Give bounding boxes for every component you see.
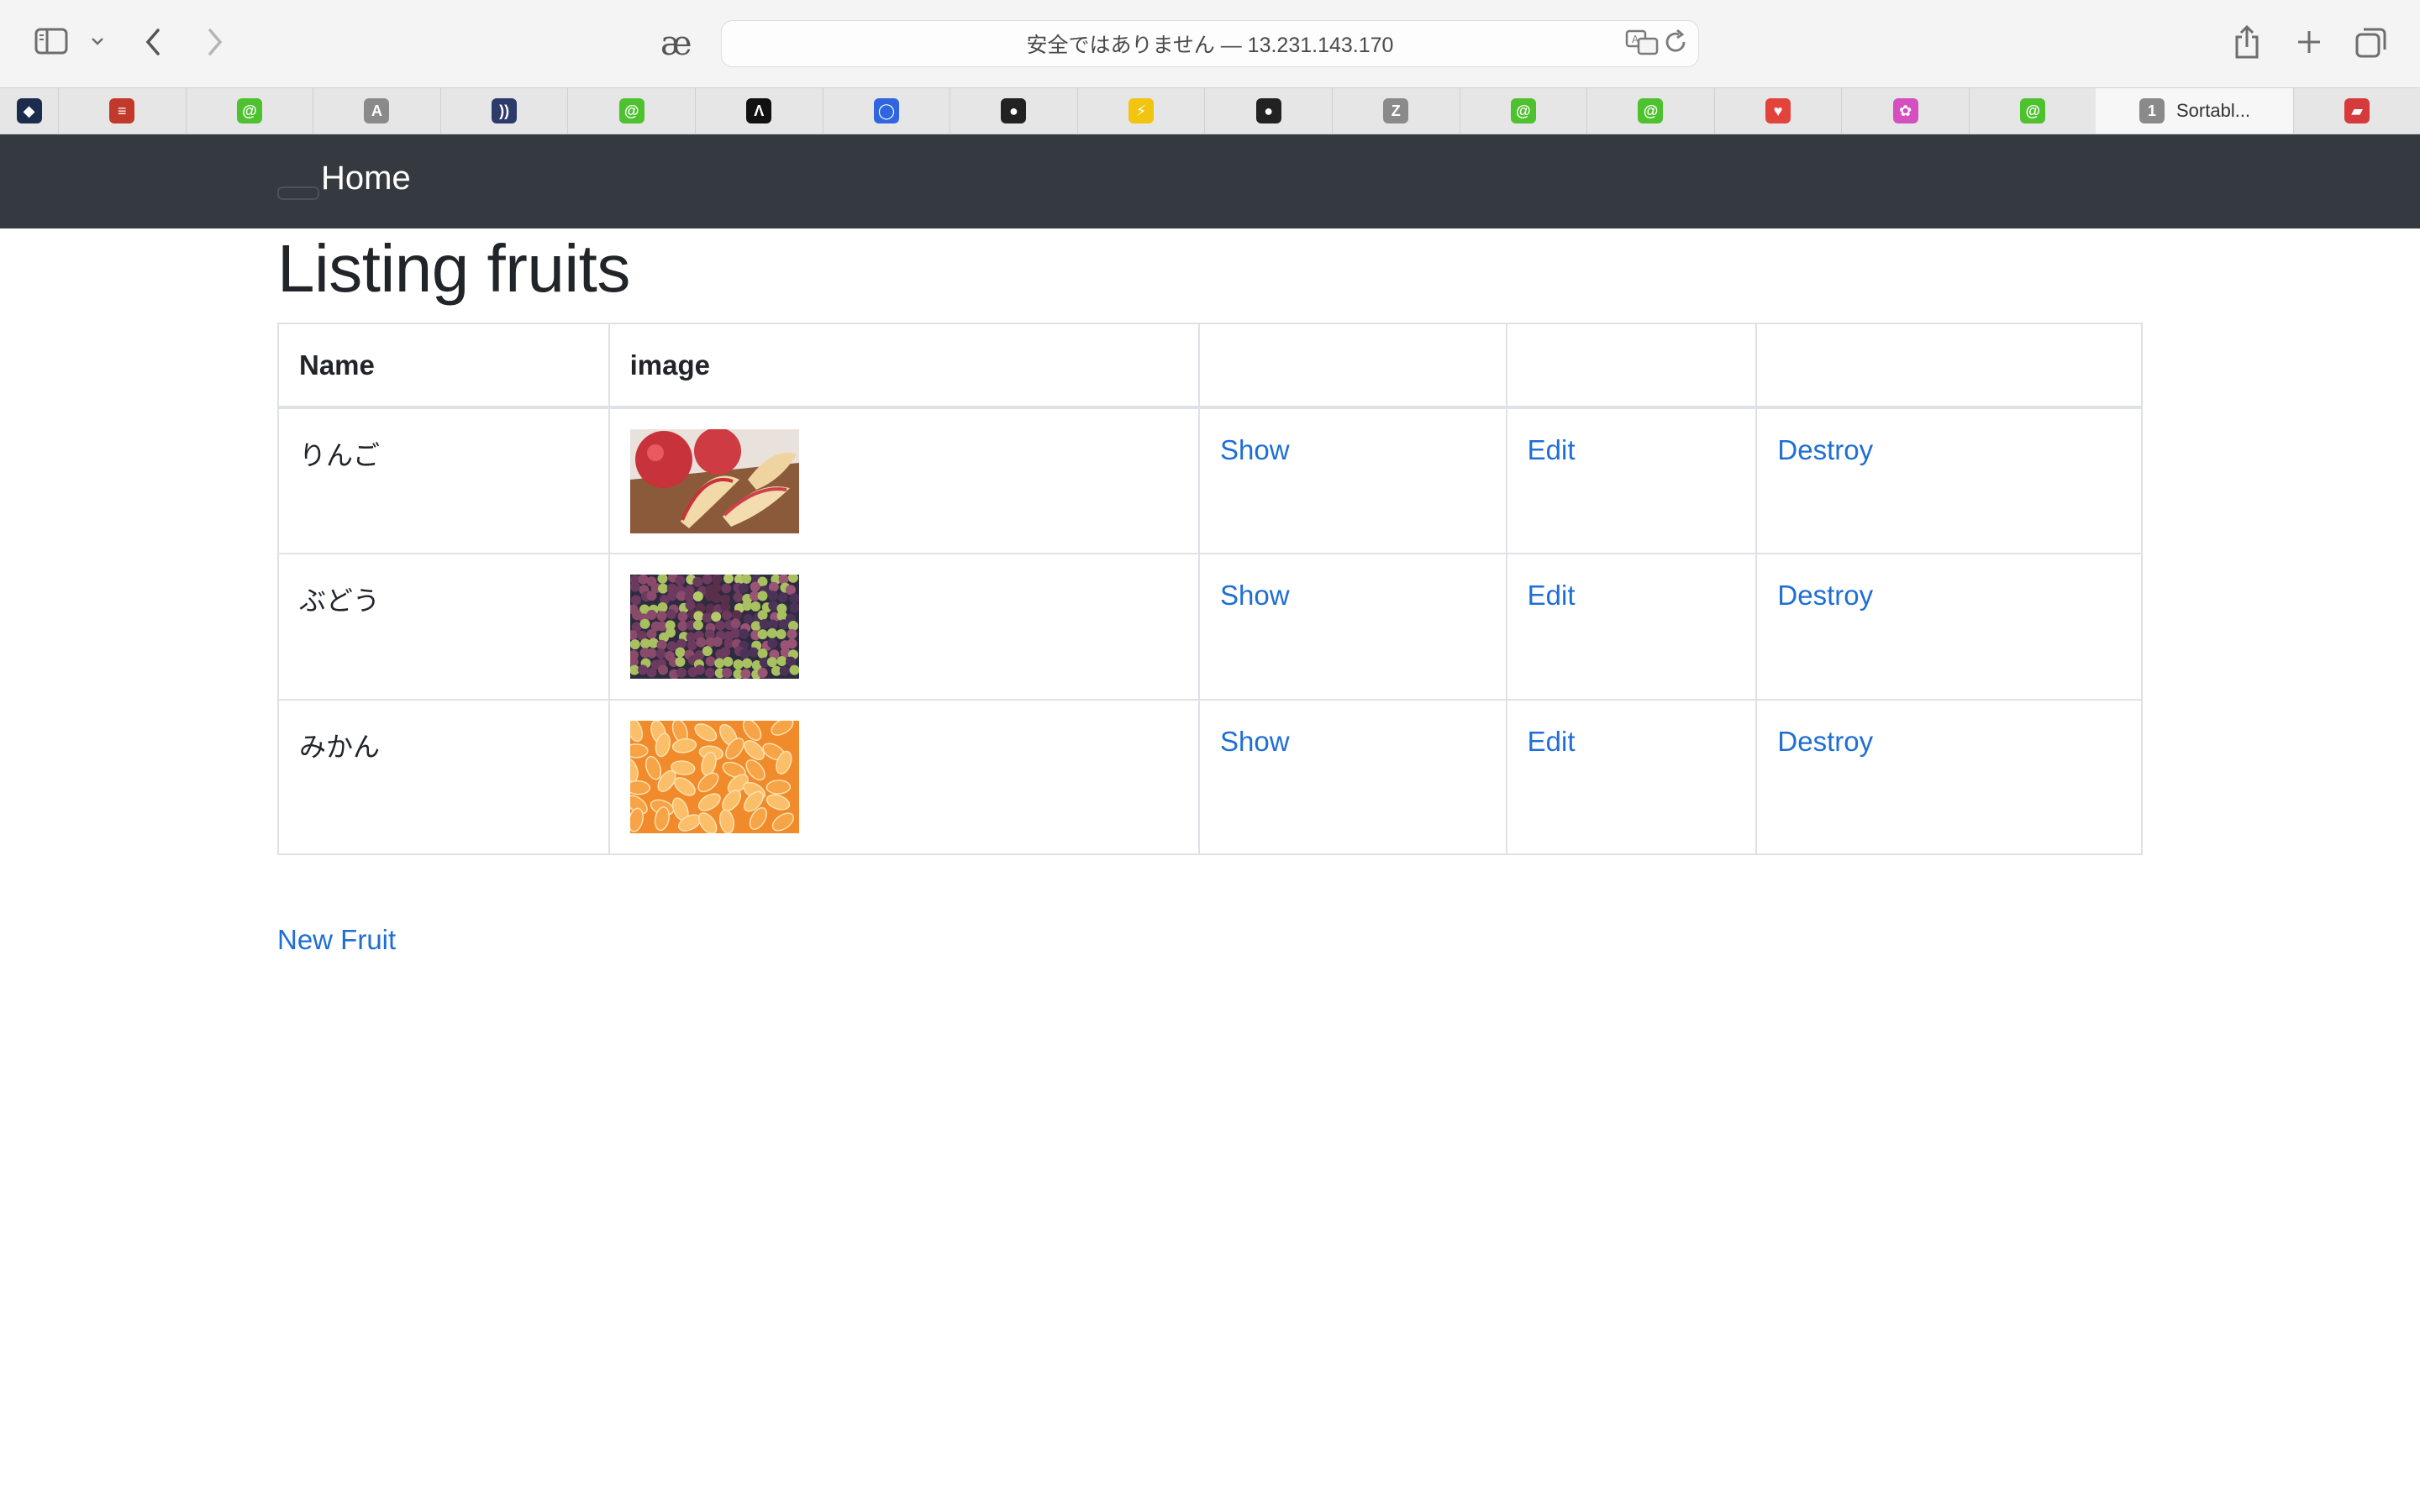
- table-row: りんご Show Edit Destroy: [277, 407, 2143, 554]
- stackoverflow-icon: ≡: [109, 98, 135, 123]
- chevron-down-icon[interactable]: [87, 29, 108, 54]
- browser-tab[interactable]: @: [1970, 88, 2097, 134]
- show-link[interactable]: Show: [1220, 434, 1290, 466]
- table-row: ぶどう Show Edit Destroy: [277, 553, 2143, 701]
- show-link[interactable]: Show: [1220, 726, 1290, 758]
- address-bar[interactable]: 安全ではありません — 13.231.143.170: [721, 20, 1699, 67]
- show-cell: Show: [1198, 553, 1507, 701]
- header-edit: [1505, 323, 1758, 409]
- name-cell: みかん: [277, 699, 610, 855]
- back-arrow-icon[interactable]: [136, 22, 170, 62]
- show-cell: Show: [1198, 699, 1507, 855]
- header-destroy: [1755, 323, 2143, 409]
- red-book-icon: ▰: [2344, 98, 2370, 123]
- top-navbar: Home: [0, 134, 2420, 228]
- browser-toolbar: æ 安全ではありません — 13.231.143.170 A: [0, 0, 2420, 87]
- table-row: みかん Show Edit Destroy: [277, 699, 2143, 855]
- fruit-name: ぶどう: [299, 585, 381, 616]
- font-z-icon: Z: [1383, 98, 1409, 123]
- active-tab[interactable]: 1 Sortabl...: [2096, 88, 2294, 134]
- green-ring-icon: @: [618, 98, 644, 123]
- ae-extension-icon[interactable]: æ: [660, 24, 692, 64]
- page-title: Listing fruits: [277, 231, 630, 306]
- navbar-toggler[interactable]: [277, 186, 319, 200]
- browser-tab[interactable]: ▰: [2294, 88, 2420, 134]
- browser-tab[interactable]: Λ: [696, 88, 823, 134]
- edit-cell: Edit: [1505, 699, 1758, 855]
- apple-photo: [629, 429, 799, 533]
- lambda-icon: Λ: [746, 98, 772, 123]
- browser-tab[interactable]: ◯: [823, 88, 951, 134]
- name-cell: りんご: [277, 407, 610, 554]
- fruit-name: みかん: [299, 732, 381, 762]
- green-ring-icon: @: [236, 98, 262, 123]
- red-shield-icon: ♥: [1765, 98, 1791, 123]
- edit-cell: Edit: [1505, 553, 1758, 701]
- browser-tab[interactable]: ●: [950, 88, 1078, 134]
- browser-tab[interactable]: ◆: [0, 88, 59, 134]
- browser-tab[interactable]: ♥: [1715, 88, 1843, 134]
- browser-tab[interactable]: ⚡: [1078, 88, 1206, 134]
- destroy-link[interactable]: Destroy: [1777, 726, 1873, 758]
- lightning-icon: ⚡: [1128, 98, 1155, 123]
- green-ring-icon: @: [1510, 98, 1536, 123]
- fruits-table: Name image りんご Show Edit Destroy ぶどう Sho…: [277, 323, 2143, 855]
- new-tab-plus-icon[interactable]: [2291, 22, 2328, 62]
- forward-arrow-icon[interactable]: [198, 22, 232, 62]
- edit-link[interactable]: Edit: [1528, 726, 1576, 758]
- show-link[interactable]: Show: [1220, 580, 1290, 612]
- grape-photo: [629, 575, 799, 679]
- translate-icon[interactable]: A: [1625, 29, 1660, 59]
- mandarin-photo: [629, 721, 799, 833]
- address-text: 安全ではありません — 13.231.143.170: [1026, 34, 1394, 57]
- header-name: Name: [277, 323, 610, 409]
- destroy-link[interactable]: Destroy: [1777, 434, 1873, 466]
- new-fruit-link[interactable]: New Fruit: [277, 924, 396, 956]
- share-icon[interactable]: [2230, 20, 2264, 64]
- browser-tab[interactable]: @: [187, 88, 314, 134]
- github-icon: ●: [1001, 98, 1027, 123]
- svg-text:A: A: [1632, 34, 1639, 45]
- browser-tab[interactable]: @: [1587, 88, 1715, 134]
- header-show: [1198, 323, 1507, 409]
- destroy-link[interactable]: Destroy: [1777, 580, 1873, 612]
- blue-circle-icon: ◯: [873, 98, 899, 123]
- tab-badge-icon: 1: [2139, 98, 2165, 123]
- home-link[interactable]: Home: [321, 160, 411, 197]
- browser-tab[interactable]: ≡: [59, 88, 187, 134]
- browser-tab[interactable]: )): [441, 88, 569, 134]
- browser-tab[interactable]: Z: [1333, 88, 1460, 134]
- green-ring-icon: @: [1638, 98, 1664, 123]
- browser-tab[interactable]: A: [313, 88, 441, 134]
- green-ring-icon: @: [2020, 98, 2046, 123]
- codepen-hex-icon: ◆: [16, 98, 42, 123]
- stripes-icon: )): [492, 98, 518, 123]
- edit-link[interactable]: Edit: [1528, 434, 1576, 466]
- edit-cell: Edit: [1505, 407, 1758, 554]
- table-header-row: Name image: [277, 323, 2143, 409]
- browser-tab[interactable]: @: [568, 88, 696, 134]
- browser-tab[interactable]: @: [1460, 88, 1588, 134]
- fruit-name: りんご: [299, 440, 381, 470]
- browser-tab[interactable]: ✿: [1842, 88, 1970, 134]
- image-cell: [608, 699, 1201, 855]
- header-image: image: [608, 323, 1201, 409]
- browser-tab[interactable]: ●: [1205, 88, 1333, 134]
- reload-icon[interactable]: [1662, 29, 1692, 59]
- edit-link[interactable]: Edit: [1528, 580, 1576, 612]
- image-cell: [608, 553, 1201, 701]
- sidebar-toggle-icon[interactable]: [34, 25, 69, 57]
- github-icon: ●: [1255, 98, 1281, 123]
- tab-overview-icon[interactable]: [2353, 24, 2390, 60]
- font-a-icon: A: [364, 98, 390, 123]
- destroy-cell: Destroy: [1755, 553, 2143, 701]
- destroy-cell: Destroy: [1755, 407, 2143, 554]
- destroy-cell: Destroy: [1755, 699, 2143, 855]
- tab-bar: ◆ ≡ @ A)) @ Λ ◯ ● ⚡ ● Z @ @ ♥ ✿ @1 Sortabl... ▰: [0, 87, 2420, 134]
- show-cell: Show: [1198, 407, 1507, 554]
- image-cell: [608, 407, 1201, 554]
- active-tab-title: Sortabl...: [2176, 100, 2251, 121]
- flower-icon: ✿: [1892, 98, 1918, 123]
- name-cell: ぶどう: [277, 553, 610, 701]
